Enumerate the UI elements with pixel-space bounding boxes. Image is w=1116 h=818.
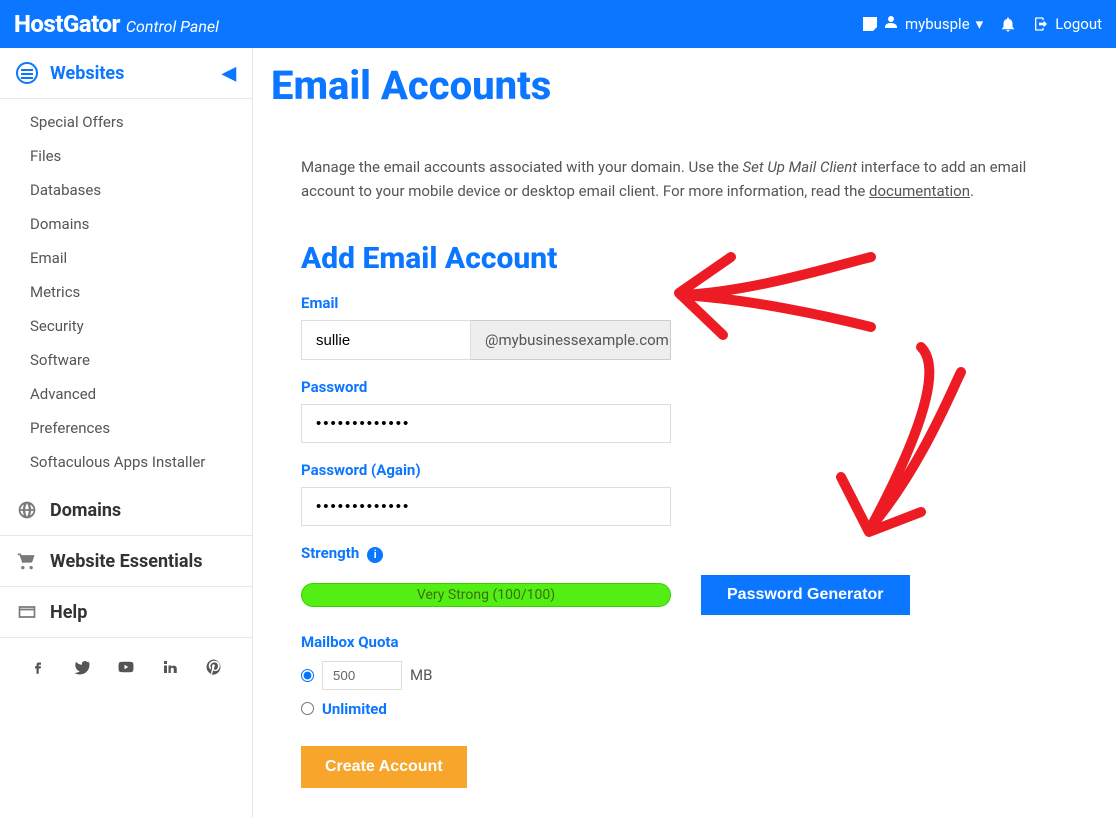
notifications-button[interactable] [999,15,1017,33]
facebook-icon[interactable] [29,658,47,680]
strength-bar: Very Strong (100/100) [301,583,671,607]
intro-segment: Manage the email accounts associated wit… [301,158,743,176]
strength-label-row: Strength i [301,544,1066,563]
email-domain-suffix: @mybusinessexample.com [471,320,671,360]
pinterest-icon[interactable] [205,658,223,680]
sidebar-item-label: Security [30,317,84,335]
panel: Manage the email accounts associated wit… [271,127,1096,788]
sidebar-item-databases[interactable]: Databases [0,173,252,207]
annotation-arrow-down [811,337,971,577]
sidebar-item-label: Email [30,249,67,267]
documentation-link[interactable]: documentation [869,182,970,200]
sidebar-item-preferences[interactable]: Preferences [0,411,252,445]
brand-name: HostGator [14,10,120,38]
social-links [0,638,252,700]
sidebar-item-label: Files [30,147,61,165]
sidebar-item-files[interactable]: Files [0,139,252,173]
password-again-input[interactable] [301,487,671,526]
sidebar-item-label: Domains [30,215,89,233]
sidebar-item-domains[interactable]: Domains [0,207,252,241]
quota-label: Mailbox Quota [301,633,1066,651]
sidebar-item-label: Softaculous Apps Installer [30,453,205,471]
topbar-right: mybusple ▾ Logout [863,14,1102,34]
main-content: Email Accounts Manage the email accounts… [253,48,1116,818]
create-account-button[interactable]: Create Account [301,746,467,788]
sidebar-section-websites[interactable]: Websites ◀ [0,48,252,99]
globe-icon [16,499,38,521]
sidebar-item-email[interactable]: Email [0,241,252,275]
sidebar-item-special-offers[interactable]: Special Offers [0,105,252,139]
email-input[interactable] [301,320,471,360]
sidebar-section-label: Domains [50,500,121,521]
top-bar: HostGator Control Panel mybusple ▾ Logou… [0,0,1116,48]
intro-emphasis: Set Up Mail Client [743,158,858,176]
sidebar-section-label: Help [50,602,87,623]
strength-area: Very Strong (100/100) Password Generator [301,575,1066,615]
quota-radio-unlimited[interactable] [301,702,314,715]
sidebar: Websites ◀ Special Offers Files Database… [0,48,253,818]
cart-icon [16,550,38,572]
strength-label: Strength [301,544,359,562]
sidebar-item-label: Software [30,351,90,369]
bell-icon [999,15,1017,33]
sidebar-item-metrics[interactable]: Metrics [0,275,252,309]
linkedin-icon[interactable] [161,658,179,680]
intro-segment: . [970,182,974,200]
password-again-label: Password (Again) [301,461,1066,479]
sidebar-item-label: Special Offers [30,113,124,131]
password-generator-button[interactable]: Password Generator [701,575,910,615]
sidebar-item-label: Advanced [30,385,96,403]
quota-unlimited-row: Unlimited [301,700,1066,718]
logout-label: Logout [1055,15,1102,33]
logout-link[interactable]: Logout [1033,15,1102,33]
list-circle-icon [16,62,38,84]
window-icon [16,601,38,623]
quota-unlimited-label: Unlimited [322,700,387,718]
quota-mb-row: MB [301,661,1066,690]
password-label: Password [301,378,1066,396]
page-title: Email Accounts [271,48,1116,127]
quota-unit-label: MB [410,666,432,684]
brand-area: HostGator Control Panel [14,10,219,38]
sidebar-section-essentials[interactable]: Website Essentials [0,536,252,587]
quota-mb-input[interactable] [322,661,402,690]
youtube-icon[interactable] [117,658,135,680]
twitter-icon[interactable] [73,658,91,680]
sidebar-item-label: Preferences [30,419,110,437]
sidebar-item-label: Metrics [30,283,80,301]
brand-subtitle: Control Panel [126,17,219,36]
username-label: mybusple [905,15,970,33]
sidebar-item-softaculous[interactable]: Softaculous Apps Installer [0,445,252,479]
chevron-left-icon: ◀ [222,63,236,84]
logout-icon [1033,16,1049,32]
email-label: Email [301,294,1066,312]
sidebar-items: Special Offers Files Databases Domains E… [0,99,252,485]
password-input[interactable] [301,404,671,443]
intro-text: Manage the email accounts associated wit… [301,127,1066,213]
sidebar-section-label: Websites [50,63,124,84]
sidebar-item-security[interactable]: Security [0,309,252,343]
sidebar-item-software[interactable]: Software [0,343,252,377]
email-field-row: @mybusinessexample.com [301,320,1066,360]
sidebar-section-help[interactable]: Help [0,587,252,638]
caret-down-icon: ▾ [976,15,984,33]
sidebar-item-label: Databases [30,181,101,199]
add-email-heading: Add Email Account [301,241,1066,276]
sidebar-item-advanced[interactable]: Advanced [0,377,252,411]
info-icon[interactable]: i [367,547,383,563]
sidebar-section-label: Website Essentials [50,551,203,572]
broken-image-icon [863,17,877,31]
quota-radio-mb[interactable] [301,669,314,682]
user-menu[interactable]: mybusple ▾ [863,14,983,34]
user-icon [883,14,899,34]
sidebar-section-domains[interactable]: Domains [0,485,252,536]
